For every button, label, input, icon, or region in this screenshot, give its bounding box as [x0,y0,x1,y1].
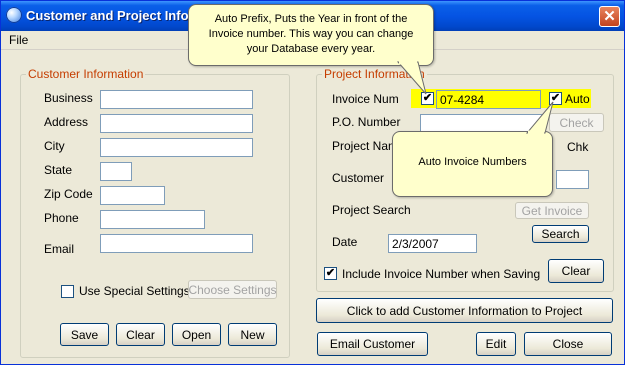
window-title: Customer and Project Info [26,8,189,23]
include-invoice-checkbox[interactable]: ✔ [324,267,337,280]
window-close-button[interactable]: ✕ [599,6,620,27]
chk-label: Chk [567,140,589,154]
email-field[interactable] [100,234,253,253]
callout-line-1: Auto Prefix, Puts the Year in front of t… [214,13,408,25]
auto-label: Auto [565,92,590,106]
state-field[interactable] [100,162,132,181]
callout-line-3: your Database every year. [246,43,376,55]
po-number-label: P.O. Number [332,115,401,129]
customer-new-button[interactable]: New [228,323,277,346]
address-field[interactable] [100,114,253,133]
callout-line-2: Invoice number. This way you can change [208,28,414,40]
business-field[interactable] [100,90,253,109]
phone-label: Phone [44,211,79,225]
choose-settings-button[interactable]: Choose Settings [188,280,277,299]
edit-button[interactable]: Edit [476,332,516,356]
invoice-num-label: Invoice Num [332,92,399,106]
app-globe-icon [6,7,22,23]
auto-numbers-callout: Auto Invoice Numbers [392,131,553,197]
date-label: Date [332,235,358,249]
callout-auto-numbers-text: Auto Invoice Numbers [418,156,527,168]
phone-field[interactable] [100,210,205,229]
add-customer-info-button[interactable]: Click to add Customer Information to Pro… [316,298,613,323]
project-search-label: Project Search [332,203,411,217]
customer-save-button[interactable]: Save [60,323,109,346]
get-invoice-button[interactable]: Get Invoice [515,202,589,219]
menu-file[interactable]: File [9,33,28,47]
include-invoice-label: Include Invoice Number when Saving [342,267,541,281]
callout-pointer-1 [396,61,427,95]
state-label: State [44,163,73,177]
callout-pointer-2 [525,101,554,134]
address-label: Address [44,115,89,129]
email-customer-button[interactable]: Email Customer [317,332,428,356]
customer-open-button[interactable]: Open [172,323,221,346]
special-settings-label: Use Special Settings [79,284,190,298]
customer-field[interactable] [556,170,589,189]
customer-info-legend: Customer Information [28,67,144,81]
date-field[interactable]: 2/3/2007 [388,234,477,253]
city-field[interactable] [100,138,253,157]
business-label: Business [44,91,93,105]
zip-code-label: Zip Code [44,187,93,201]
email-label: Email [44,242,75,256]
project-clear-button[interactable]: Clear [548,259,604,283]
auto-prefix-callout: Auto Prefix, Puts the Year in front of t… [188,4,434,66]
close-button[interactable]: Close [524,332,612,356]
city-label: City [44,139,65,153]
zip-code-field[interactable] [100,186,165,205]
search-button[interactable]: Search [532,225,589,243]
customer-label: Customer [332,171,385,185]
customer-clear-button[interactable]: Clear [116,323,165,346]
special-settings-checkbox[interactable] [61,285,74,298]
app-window: Customer and Project Info ✕ File Custome… [0,0,625,365]
